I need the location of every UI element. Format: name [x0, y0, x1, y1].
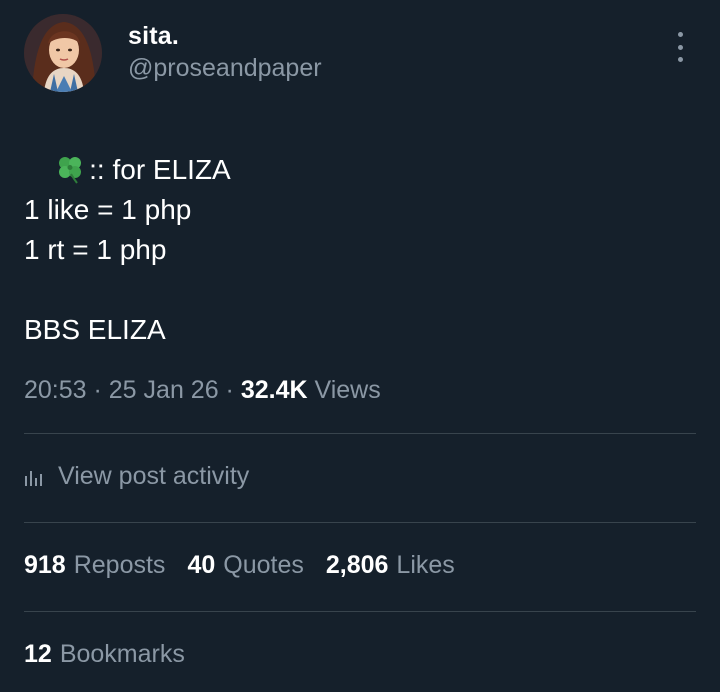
divider: [24, 611, 696, 612]
post-time[interactable]: 20:53: [24, 376, 87, 404]
post-meta: 20:53 · 25 Jan 26 · 32.4K Views: [24, 376, 381, 405]
avatar-image: [24, 14, 102, 92]
post-line: 1 like = 1 php: [24, 194, 192, 225]
more-options-button[interactable]: [670, 32, 690, 62]
post-line: BBS ELIZA: [24, 314, 166, 345]
post-line: :: for ELIZA: [24, 110, 696, 185]
more-dot-icon: [677, 44, 683, 50]
analytics-icon: [25, 470, 42, 486]
author-display-name[interactable]: sita.: [128, 22, 179, 51]
author-handle[interactable]: @proseandpaper: [128, 54, 322, 83]
divider: [24, 433, 696, 434]
four-leaf-clover-icon: [59, 157, 82, 184]
avatar[interactable]: [24, 14, 102, 92]
likes-stat[interactable]: 2,806 Likes: [326, 551, 455, 579]
more-dot-icon: [677, 57, 683, 62]
post-header: sita. @proseandpaper: [24, 14, 696, 94]
divider: [24, 522, 696, 523]
engagement-stats: 918 Reposts 40 Quotes 2,806 Likes: [24, 551, 477, 580]
post-line: 1 rt = 1 php: [24, 234, 167, 265]
views-label: Views: [314, 376, 381, 404]
post-line: [24, 270, 696, 310]
likes-label: Likes: [396, 551, 455, 579]
reposts-stat[interactable]: 918 Reposts: [24, 551, 165, 579]
meta-separator: ·: [218, 376, 241, 404]
likes-count: 2,806: [325, 551, 389, 579]
meta-separator: ·: [86, 376, 109, 404]
bookmarks-count: 12: [24, 640, 52, 668]
post-date[interactable]: 25 Jan 26: [109, 376, 219, 404]
quotes-stat[interactable]: 40 Quotes: [187, 551, 303, 579]
post-line-text: :: for ELIZA: [89, 154, 231, 185]
more-dot-icon: [677, 32, 683, 37]
reposts-count: 918: [24, 551, 66, 579]
views-count: 32.4K: [240, 376, 308, 404]
post-text: :: for ELIZA 1 like = 1 php 1 rt = 1 php…: [24, 110, 696, 350]
quotes-label: Quotes: [223, 551, 304, 579]
view-post-activity-button[interactable]: View post activity: [24, 462, 249, 491]
bookmarks-label: Bookmarks: [59, 640, 185, 668]
view-post-activity-label: View post activity: [58, 462, 250, 490]
bookmarks-stat[interactable]: 12 Bookmarks: [24, 640, 185, 669]
quotes-count: 40: [187, 551, 216, 579]
reposts-label: Reposts: [73, 551, 166, 579]
